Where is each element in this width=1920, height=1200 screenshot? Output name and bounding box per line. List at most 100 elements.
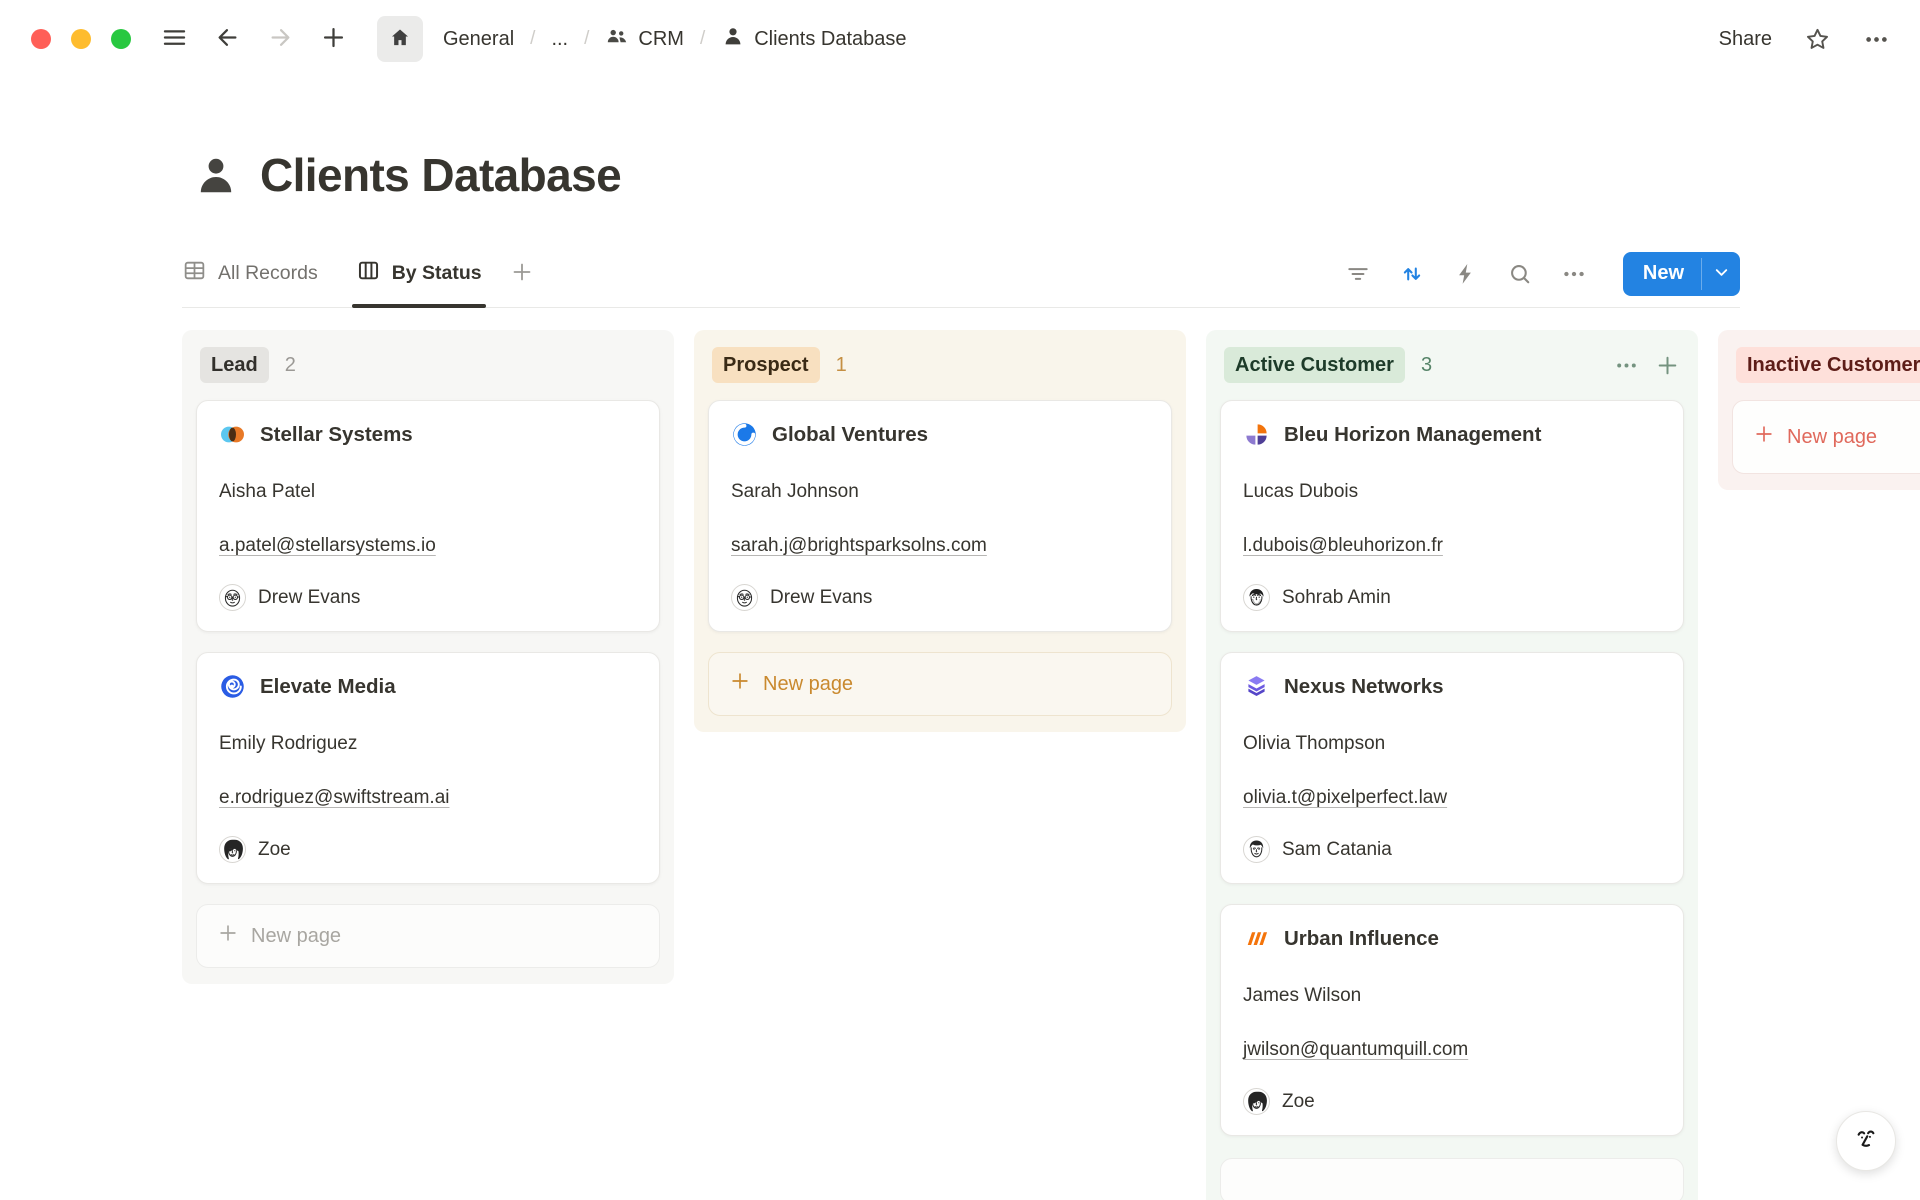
- new-page-button-prospect[interactable]: New page: [708, 652, 1172, 716]
- card-owner: Drew Evans: [219, 584, 637, 611]
- new-page-button-lead[interactable]: New page: [196, 904, 660, 968]
- card-global-ventures[interactable]: Global Ventures Sarah Johnson sarah.j@br…: [708, 400, 1172, 632]
- breadcrumb-item-general[interactable]: General: [439, 26, 518, 53]
- zoom-window-button[interactable]: [111, 29, 131, 49]
- breadcrumb-ellipsis[interactable]: ...: [547, 26, 572, 53]
- card-owner: Zoe: [1243, 1088, 1661, 1115]
- avatar-zoe: [1243, 1088, 1270, 1115]
- view-toolbar: All Records By Status New: [182, 240, 1740, 308]
- ellipsis-icon: [1614, 353, 1639, 378]
- column-count: 2: [285, 354, 296, 377]
- orange-stripes-logo-icon: [1243, 925, 1270, 952]
- card-nexus-networks[interactable]: Nexus Networks Olivia Thompson olivia.t@…: [1220, 652, 1684, 884]
- notion-ai-face-button[interactable]: [1836, 1111, 1896, 1171]
- new-record-button[interactable]: New: [1623, 252, 1701, 296]
- column-count: 1: [836, 354, 847, 377]
- ai-face-icon: [1849, 1123, 1883, 1160]
- board-column-lead: Lead 2 Stellar Systems Aisha Patel a.pat…: [182, 330, 674, 984]
- status-pill-lead[interactable]: Lead: [200, 347, 269, 383]
- card-owner-name: Sam Catania: [1282, 839, 1392, 861]
- card-email-link[interactable]: e.rodriguez@swiftstream.ai: [219, 786, 449, 810]
- page-title: Clients Database: [260, 148, 621, 202]
- sidebar-menu-button[interactable]: [159, 24, 189, 54]
- card-owner-name: Zoe: [258, 839, 291, 861]
- column-options-button[interactable]: [1614, 353, 1639, 378]
- people-icon: [605, 24, 629, 54]
- card-contact-name: Olivia Thompson: [1243, 732, 1661, 756]
- close-window-button[interactable]: [31, 29, 51, 49]
- purple-stack-logo-icon: [1243, 673, 1270, 700]
- share-button[interactable]: Share: [1719, 28, 1772, 51]
- sort-arrows-icon: [1399, 261, 1425, 287]
- filter-icon: [1345, 261, 1371, 287]
- card-contact-name: Sarah Johnson: [731, 480, 1149, 504]
- breadcrumb-item-clients-database[interactable]: Clients Database: [717, 22, 910, 56]
- breadcrumb-separator: /: [700, 28, 705, 50]
- card-email-link[interactable]: a.patel@stellarsystems.io: [219, 534, 436, 558]
- card-owner-name: Drew Evans: [258, 587, 360, 609]
- filter-button[interactable]: [1345, 261, 1371, 287]
- card-company-name: Stellar Systems: [260, 422, 413, 448]
- new-page-label: New page: [763, 673, 853, 696]
- new-record-split-button: New: [1623, 252, 1740, 296]
- view-options-button[interactable]: [1561, 261, 1587, 287]
- avatar-sohrab-amin: [1243, 584, 1270, 611]
- page-person-icon[interactable]: [192, 151, 240, 199]
- minimize-window-button[interactable]: [71, 29, 91, 49]
- tab-label: By Status: [392, 262, 482, 285]
- card-stellar-systems[interactable]: Stellar Systems Aisha Patel a.patel@stel…: [196, 400, 660, 632]
- status-pill-active-customer[interactable]: Active Customer: [1224, 347, 1405, 383]
- card-email-link[interactable]: jwilson@quantumquill.com: [1243, 1038, 1468, 1062]
- tab-by-status[interactable]: By Status: [356, 240, 482, 307]
- column-header: Prospect 1: [708, 346, 1172, 384]
- forward-button[interactable]: [265, 24, 295, 54]
- card-contact-name: James Wilson: [1243, 984, 1661, 1008]
- new-tab-button[interactable]: [318, 24, 348, 54]
- home-icon: [387, 25, 413, 54]
- card-company-name: Bleu Horizon Management: [1284, 422, 1541, 448]
- column-header: Active Customer 3: [1220, 346, 1684, 384]
- card-company-name: Elevate Media: [260, 674, 396, 700]
- card-company-name: Global Ventures: [772, 422, 928, 448]
- column-header: Lead 2: [196, 346, 660, 384]
- tab-all-records[interactable]: All Records: [182, 240, 318, 307]
- breadcrumb-item-crm[interactable]: CRM: [601, 22, 688, 56]
- card-owner-name: Sohrab Amin: [1282, 587, 1391, 609]
- card-contact-name: Emily Rodriguez: [219, 732, 637, 756]
- new-record-dropdown-button[interactable]: [1702, 252, 1740, 296]
- card-owner: Zoe: [219, 836, 637, 863]
- card-bleu-horizon-management[interactable]: Bleu Horizon Management Lucas Dubois l.d…: [1220, 400, 1684, 632]
- plus-icon: [1753, 423, 1775, 451]
- board-column-inactive-customer: Inactive Customer New page: [1718, 330, 1920, 490]
- card-email-link[interactable]: olivia.t@pixelperfect.law: [1243, 786, 1447, 810]
- card-owner-name: Drew Evans: [770, 587, 872, 609]
- status-pill-prospect[interactable]: Prospect: [712, 347, 820, 383]
- favorite-button[interactable]: [1804, 26, 1831, 53]
- search-button[interactable]: [1507, 261, 1533, 287]
- home-tab-button[interactable]: [377, 16, 423, 62]
- card-urban-influence[interactable]: Urban Influence James Wilson jwilson@qua…: [1220, 904, 1684, 1136]
- back-button[interactable]: [212, 24, 242, 54]
- card-email-link[interactable]: l.dubois@bleuhorizon.fr: [1243, 534, 1443, 558]
- search-icon: [1507, 261, 1533, 287]
- plus-icon: [217, 922, 239, 950]
- person-icon: [721, 24, 745, 54]
- window-controls: [31, 29, 131, 49]
- status-pill-inactive-customer[interactable]: Inactive Customer: [1736, 347, 1920, 383]
- sort-button[interactable]: [1399, 261, 1425, 287]
- column-count: 3: [1421, 354, 1432, 377]
- tab-label: All Records: [218, 262, 318, 285]
- automations-button[interactable]: [1453, 261, 1479, 287]
- plus-icon: [320, 24, 347, 54]
- column-header: Inactive Customer: [1732, 346, 1920, 384]
- add-view-button[interactable]: [510, 260, 534, 287]
- new-page-button-inactive[interactable]: New page: [1732, 400, 1920, 474]
- more-options-button[interactable]: [1863, 26, 1890, 53]
- card-owner-name: Zoe: [1282, 1091, 1315, 1113]
- card-elevate-media[interactable]: Elevate Media Emily Rodriguez e.rodrigue…: [196, 652, 660, 884]
- column-add-card-button[interactable]: [1655, 353, 1680, 378]
- kanban-board: Lead 2 Stellar Systems Aisha Patel a.pat…: [182, 330, 1920, 1200]
- partial-card[interactable]: [1220, 1158, 1684, 1200]
- card-email-link[interactable]: sarah.j@brightsparksolns.com: [731, 534, 987, 558]
- board-column-prospect: Prospect 1 Global Ventures Sarah Johnson…: [694, 330, 1186, 732]
